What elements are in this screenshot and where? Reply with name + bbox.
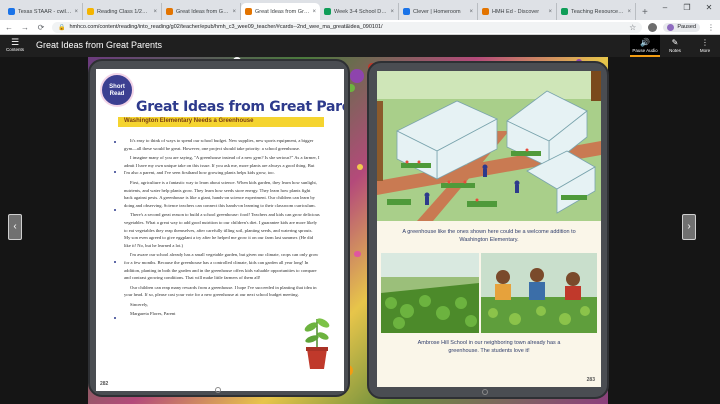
page-title: Great Ideas from Great Parents — [36, 40, 163, 50]
notes-icon: ✎ — [671, 38, 679, 47]
contents-button[interactable]: ☰ Contents — [4, 37, 26, 52]
article-body: It's easy to think of ways to spend our … — [124, 137, 320, 320]
speaker-icon: 🔊 — [640, 38, 650, 47]
browser-tab[interactable]: Great Ideas from Great Pa× — [241, 3, 320, 20]
tablet-home-button-icon — [215, 387, 221, 393]
tab-label: Great Ideas from Great Pa — [176, 8, 229, 15]
more-button[interactable]: ⋮ More — [690, 35, 720, 57]
caption-bottom: Ambrose Hill School in our neighboring t… — [417, 340, 561, 354]
tab-favicon-icon — [87, 8, 94, 15]
tab-close-icon[interactable]: × — [390, 9, 394, 15]
tab-favicon-icon — [561, 8, 568, 15]
tab-label: Great Ideas from Great Pa — [255, 8, 309, 15]
menu-icon: ☰ — [10, 37, 20, 47]
tab-favicon-icon — [403, 8, 410, 15]
tab-close-icon[interactable]: × — [627, 9, 631, 15]
tab-close-icon[interactable]: × — [232, 9, 236, 15]
address-bar[interactable]: 🔒 hmhco.com/content/reading/into_reading… — [52, 21, 643, 33]
students-photo-right — [481, 253, 597, 333]
flower-petal — [357, 164, 364, 171]
flower-petal — [350, 68, 364, 83]
bookmark-star-icon[interactable]: ☆ — [629, 23, 636, 32]
previous-page-button[interactable]: ‹ — [8, 214, 22, 240]
tablet-home-button-icon — [482, 389, 488, 395]
reload-button[interactable]: ⟳ — [36, 23, 46, 32]
tab-label: Texas STAAR - cwillis@lem — [18, 8, 72, 15]
browser-tab[interactable]: Clever | Homeroom × — [399, 3, 478, 20]
reader-stage: ‹ › Short Read Great Ideas from Great Pa… — [0, 57, 720, 404]
reader-header: ☰ Contents Great Ideas from Great Parent… — [0, 35, 720, 57]
url-text: hmhco.com/content/reading/into_reading/g… — [69, 24, 383, 30]
back-button[interactable]: ← — [4, 23, 14, 32]
short-read-badge: Short Read — [100, 73, 134, 107]
browser-tab[interactable]: Week 3-4 School Day Shar× — [320, 3, 399, 20]
tab-close-icon[interactable]: × — [469, 9, 473, 15]
tab-label: Clever | Homeroom — [413, 8, 461, 15]
forward-button[interactable]: → — [20, 23, 30, 32]
window-controls: – ❐ ✕ — [654, 0, 720, 16]
profile-status: Paused — [677, 24, 696, 30]
browser-tab[interactable]: Teaching Resources & Less× — [557, 3, 636, 20]
browser-tab[interactable]: HMH Ed - Discover × — [478, 3, 557, 20]
minimize-button[interactable]: – — [654, 0, 676, 16]
closing: Sincerely, — [130, 301, 149, 307]
profile-button[interactable]: Paused — [663, 22, 700, 32]
right-page: A greenhouse like the ones shown here co… — [377, 71, 601, 387]
browser-toolbar: ← → ⟳ 🔒 hmhco.com/content/reading/into_r… — [0, 20, 720, 35]
tab-favicon-icon — [245, 8, 252, 15]
tab-label: HMH Ed - Discover — [492, 8, 540, 15]
notes-label: Notes — [669, 48, 681, 53]
plant-illustration — [304, 318, 330, 369]
close-window-button[interactable]: ✕ — [698, 0, 720, 16]
tab-close-icon[interactable]: × — [153, 9, 157, 15]
paragraph-1: It's easy to think of ways to spend our … — [124, 138, 314, 151]
browser-tab[interactable]: Texas STAAR - cwillis@lem× — [4, 3, 83, 20]
tab-close-icon[interactable]: × — [548, 9, 552, 15]
article-subtitle: Washington Elementary Needs a Greenhouse — [118, 117, 324, 127]
pause-audio-button[interactable]: 🔊 Pause Audio — [630, 35, 660, 57]
browser-tab[interactable]: Great Ideas from Great Pa× — [162, 3, 241, 20]
tab-favicon-icon — [482, 8, 489, 15]
page-number-right: 283 — [586, 377, 595, 383]
avatar — [667, 23, 675, 31]
maximize-button[interactable]: ❐ — [676, 0, 698, 16]
lock-icon: 🔒 — [58, 24, 66, 31]
paragraph-2: I imagine many of you are saying, "A gre… — [124, 155, 320, 176]
left-page: Short Read Great Ideas from Great Parent… — [96, 69, 344, 391]
next-page-button[interactable]: › — [682, 214, 696, 240]
contents-label: Contents — [5, 47, 24, 52]
browser-tab[interactable]: Reading Class 1/28 - Goog× — [83, 3, 162, 20]
tab-favicon-icon — [166, 8, 173, 15]
notes-button[interactable]: ✎ Notes — [660, 35, 690, 57]
tab-label: Teaching Resources & Less — [571, 8, 624, 15]
more-icon: ⋮ — [701, 38, 709, 47]
tab-close-icon[interactable]: × — [74, 9, 78, 15]
signature: Margareta Flores, Parent — [130, 311, 176, 317]
more-label: More — [699, 48, 711, 53]
paragraph-3: First, agriculture is a fantastic way to… — [124, 179, 317, 208]
tab-favicon-icon — [324, 8, 331, 15]
flower-petal — [354, 250, 361, 258]
paragraph-4: There's a second great reason to build a… — [124, 212, 320, 248]
paragraph-6: Our children can reap many rewards from … — [124, 284, 317, 298]
browser-tab-strip: Texas STAAR - cwillis@lem×Reading Class … — [0, 0, 720, 20]
caption-top: A greenhouse like the ones shown here co… — [402, 229, 576, 243]
pause-audio-label: Pause Audio — [632, 48, 658, 53]
right-tablet: A greenhouse like the ones shown here co… — [367, 61, 609, 399]
browser-menu-icon[interactable]: ⋮ — [706, 23, 716, 32]
tab-label: Week 3-4 School Day Shar — [334, 8, 388, 15]
page-number-left: 282 — [100, 381, 109, 387]
left-tablet: Short Read Great Ideas from Great Parent… — [88, 59, 350, 397]
tab-close-icon[interactable]: × — [312, 9, 316, 15]
article-title: Great Ideas from Great Parents! — [136, 99, 344, 115]
tab-label: Reading Class 1/28 - Goog — [97, 8, 150, 15]
paragraph-5: I'm aware our school already has a small… — [124, 252, 319, 281]
greenhouse-illustration — [377, 71, 601, 221]
tab-favicon-icon — [8, 8, 15, 15]
students-photo-left — [381, 253, 479, 333]
new-tab-button[interactable]: + — [636, 7, 654, 20]
extension-icon[interactable] — [648, 22, 658, 32]
